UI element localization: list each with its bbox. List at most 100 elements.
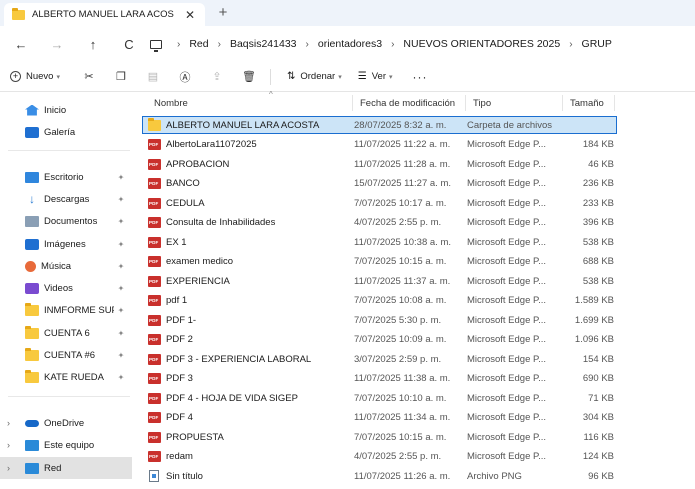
sidebar-item-label: INMFORME SUP xyxy=(44,304,114,316)
sidebar-item-imagenes[interactable]: Imágenes ✦ xyxy=(0,233,132,255)
file-name-cell: PDF 1- xyxy=(148,310,353,330)
sidebar-item-documentos[interactable]: Documentos ✦ xyxy=(0,210,132,232)
address-bar: ← → ↑ C › Red › Baqsis241433 › orientado… xyxy=(0,26,695,62)
file-date: 11/07/2025 11:37 a. m. xyxy=(354,275,451,287)
column-divider[interactable] xyxy=(465,95,466,111)
file-name-cell: PDF 4 - HOJA DE VIDA SIGEP xyxy=(148,388,353,408)
column-header-date[interactable]: Fecha de modificación xyxy=(354,92,466,114)
more-options-button[interactable]: ··· xyxy=(413,70,428,84)
table-row[interactable]: PDF 3 11/07/2025 11:38 a. m. Microsoft Edg… xyxy=(134,369,695,389)
new-button[interactable]: + Nuevo ▾ xyxy=(10,71,60,82)
chevron-down-icon: ▾ xyxy=(56,73,60,81)
file-date: 15/07/2025 11:27 a. m. xyxy=(354,178,452,189)
breadcrumb-item-baqsis[interactable]: Baqsis241433 xyxy=(230,38,297,50)
table-row[interactable]: ALBERTO MANUEL LARA ACOSTA 28/07/2025 8:3… xyxy=(134,115,695,135)
sidebar-item-inicio[interactable]: Inicio xyxy=(0,99,132,121)
table-row[interactable]: PDF 4 11/07/2025 11:34 a. m. Microsoft Edg… xyxy=(134,408,695,428)
table-row[interactable]: PDF 3 - EXPERIENCIA LABORAL 3/07/2025 2:5… xyxy=(134,349,695,369)
sidebar-item-descargas[interactable]: ↓ Descargas ✦ xyxy=(0,188,132,210)
sidebar-item-cuenta-6[interactable]: CUENTA 6 ✦ xyxy=(0,322,132,344)
refresh-button[interactable]: C xyxy=(116,37,142,52)
pdf-file-icon xyxy=(148,334,161,345)
column-divider[interactable] xyxy=(614,95,615,111)
table-row[interactable]: EX 1 11/07/2025 10:38 a. m. Microsoft Edge… xyxy=(134,232,695,252)
file-name-cell: PDF 3 xyxy=(148,369,353,389)
file-size: 396 KB xyxy=(582,217,614,228)
file-type: Microsoft Edge P... xyxy=(467,256,547,267)
copy-icon[interactable]: ❐ xyxy=(110,70,132,83)
file-size xyxy=(564,115,614,135)
sidebar-item-escritorio[interactable]: Escritorio ✦ xyxy=(0,166,132,188)
breadcrumb-item-grup[interactable]: GRUP xyxy=(582,38,612,50)
forward-button[interactable]: → xyxy=(44,37,70,52)
sidebar-item-label: KATE RUEDA xyxy=(44,371,105,383)
pdf-file-icon xyxy=(148,431,161,443)
table-row[interactable]: examen medico 7/07/2025 10:15 a. m. Micros… xyxy=(134,252,695,272)
table-row[interactable]: PDF 2 7/07/2025 10:09 a. m. Microsoft Edge… xyxy=(134,330,695,350)
sidebar-item-onedrive[interactable]: › OneDrive xyxy=(0,412,132,434)
table-row[interactable]: pdf 1 7/07/2025 10:08 a. m. Microsoft Edge… xyxy=(134,291,695,311)
breadcrumb-item-orientadores3[interactable]: orientadores3 xyxy=(318,38,382,50)
file-type: Carpeta de archivos xyxy=(467,119,553,131)
sidebar-item-inmforme-sup[interactable]: INMFORME SUP ✦ xyxy=(0,299,132,321)
table-row[interactable]: BANCO 15/07/2025 11:27 a. m. Microsoft Edg… xyxy=(134,174,695,194)
paste-icon[interactable]: ▤ xyxy=(142,70,164,83)
up-button[interactable]: ↑ xyxy=(80,37,106,52)
view-button[interactable]: ☰ Ver ▾ xyxy=(358,71,393,82)
share-icon[interactable]: ⇪ xyxy=(206,70,228,83)
file-date: 11/07/2025 11:28 a. m. xyxy=(354,158,451,170)
breadcrumb-item-nuevos-orientadores[interactable]: NUEVOS ORIENTADORES 2025 xyxy=(403,38,560,50)
chevron-right-icon[interactable]: › xyxy=(7,440,10,450)
pin-icon: ✦ xyxy=(117,283,125,293)
sidebar-item-musica[interactable]: Música ✦ xyxy=(0,255,132,277)
file-type: Microsoft Edge P... xyxy=(467,158,547,170)
file-date: 3/07/2025 2:59 p. m. xyxy=(354,353,442,365)
column-divider[interactable] xyxy=(352,95,353,111)
monitor-icon[interactable] xyxy=(150,39,162,52)
column-header-type[interactable]: Tipo xyxy=(467,92,563,114)
table-row[interactable]: redam 4/07/2025 2:55 p. m. Microsoft Edge … xyxy=(134,447,695,467)
column-header-size[interactable]: Tamaño xyxy=(564,92,624,114)
new-tab-button[interactable]: + xyxy=(214,3,232,23)
file-size: 304 KB xyxy=(582,412,614,423)
table-row[interactable]: PROPUESTA 7/07/2025 10:15 a. m. Microsoft … xyxy=(134,427,695,447)
table-row[interactable]: Sin título 11/07/2025 11:26 a. m. Archivo … xyxy=(134,466,695,486)
column-header-name[interactable]: Nombre ^ xyxy=(148,90,354,114)
sidebar-item-videos[interactable]: Videos ✦ xyxy=(0,277,132,299)
table-row[interactable]: CEDULA 7/07/2025 10:17 a. m. Microsoft Edg… xyxy=(134,193,695,213)
table-row[interactable]: Consulta de Inhabilidades 4/07/2025 2:55 … xyxy=(134,213,695,233)
sidebar-item-red[interactable]: › Red xyxy=(0,457,132,479)
file-name: examen medico xyxy=(166,256,234,267)
navigation-pane: Inicio Galería Escritorio ✦ ↓ Descargas ✦ Docum… xyxy=(0,92,134,489)
file-type: Microsoft Edge P... xyxy=(467,178,547,189)
table-row[interactable]: PDF 4 - HOJA DE VIDA SIGEP 7/07/2025 10:1… xyxy=(134,388,695,408)
sort-button[interactable]: ⇅ Ordenar ▾ xyxy=(287,71,342,82)
table-row[interactable]: AlbertoLara11072025 11/07/2025 11:22 a. m… xyxy=(134,135,695,155)
column-header-date-label: Fecha de modificación xyxy=(360,97,456,109)
delete-icon[interactable]: 🗑 xyxy=(238,70,260,83)
breadcrumb-item-red[interactable]: Red xyxy=(189,38,208,50)
tab-current-folder[interactable]: ALBERTO MANUEL LARA ACOS ✕ xyxy=(4,3,205,26)
folder-icon xyxy=(12,7,25,20)
column-divider[interactable] xyxy=(562,95,563,111)
chevron-right-icon[interactable]: › xyxy=(7,463,10,473)
table-row[interactable]: PDF 1- 7/07/2025 5:30 p. m. Microsoft Edge… xyxy=(134,310,695,330)
pin-icon: ✦ xyxy=(117,328,125,338)
file-name: PDF 3 xyxy=(166,373,193,384)
tab-close-button[interactable]: ✕ xyxy=(183,8,197,22)
chevron-right-icon[interactable]: › xyxy=(7,418,10,428)
file-name: Consulta de Inhabilidades xyxy=(166,217,276,228)
sidebar-item-este-equipo[interactable]: › Este equipo xyxy=(0,434,132,456)
sidebar-item-kate-rueda[interactable]: KATE RUEDA ✦ xyxy=(0,366,132,388)
file-list: Nombre ^ Fecha de modificación Tipo Tama… xyxy=(134,90,695,489)
file-name: PDF 4 - HOJA DE VIDA SIGEP xyxy=(166,392,298,404)
pdf-file-icon xyxy=(148,412,161,423)
table-row[interactable]: APROBACION 11/07/2025 11:28 a. m. Microsof… xyxy=(134,154,695,174)
back-button[interactable]: ← xyxy=(8,37,34,52)
sidebar-item-galeria[interactable]: Galería xyxy=(0,121,132,143)
sidebar-item-cuenta-6[interactable]: CUENTA #6 ✦ xyxy=(0,344,132,366)
rename-icon[interactable]: Ⓐ xyxy=(174,69,196,85)
file-name: ALBERTO MANUEL LARA ACOSTA xyxy=(166,119,320,131)
scissors-icon[interactable]: ✂ xyxy=(78,70,100,83)
table-row[interactable]: EXPERIENCIA 11/07/2025 11:37 a. m. Microso… xyxy=(134,271,695,291)
